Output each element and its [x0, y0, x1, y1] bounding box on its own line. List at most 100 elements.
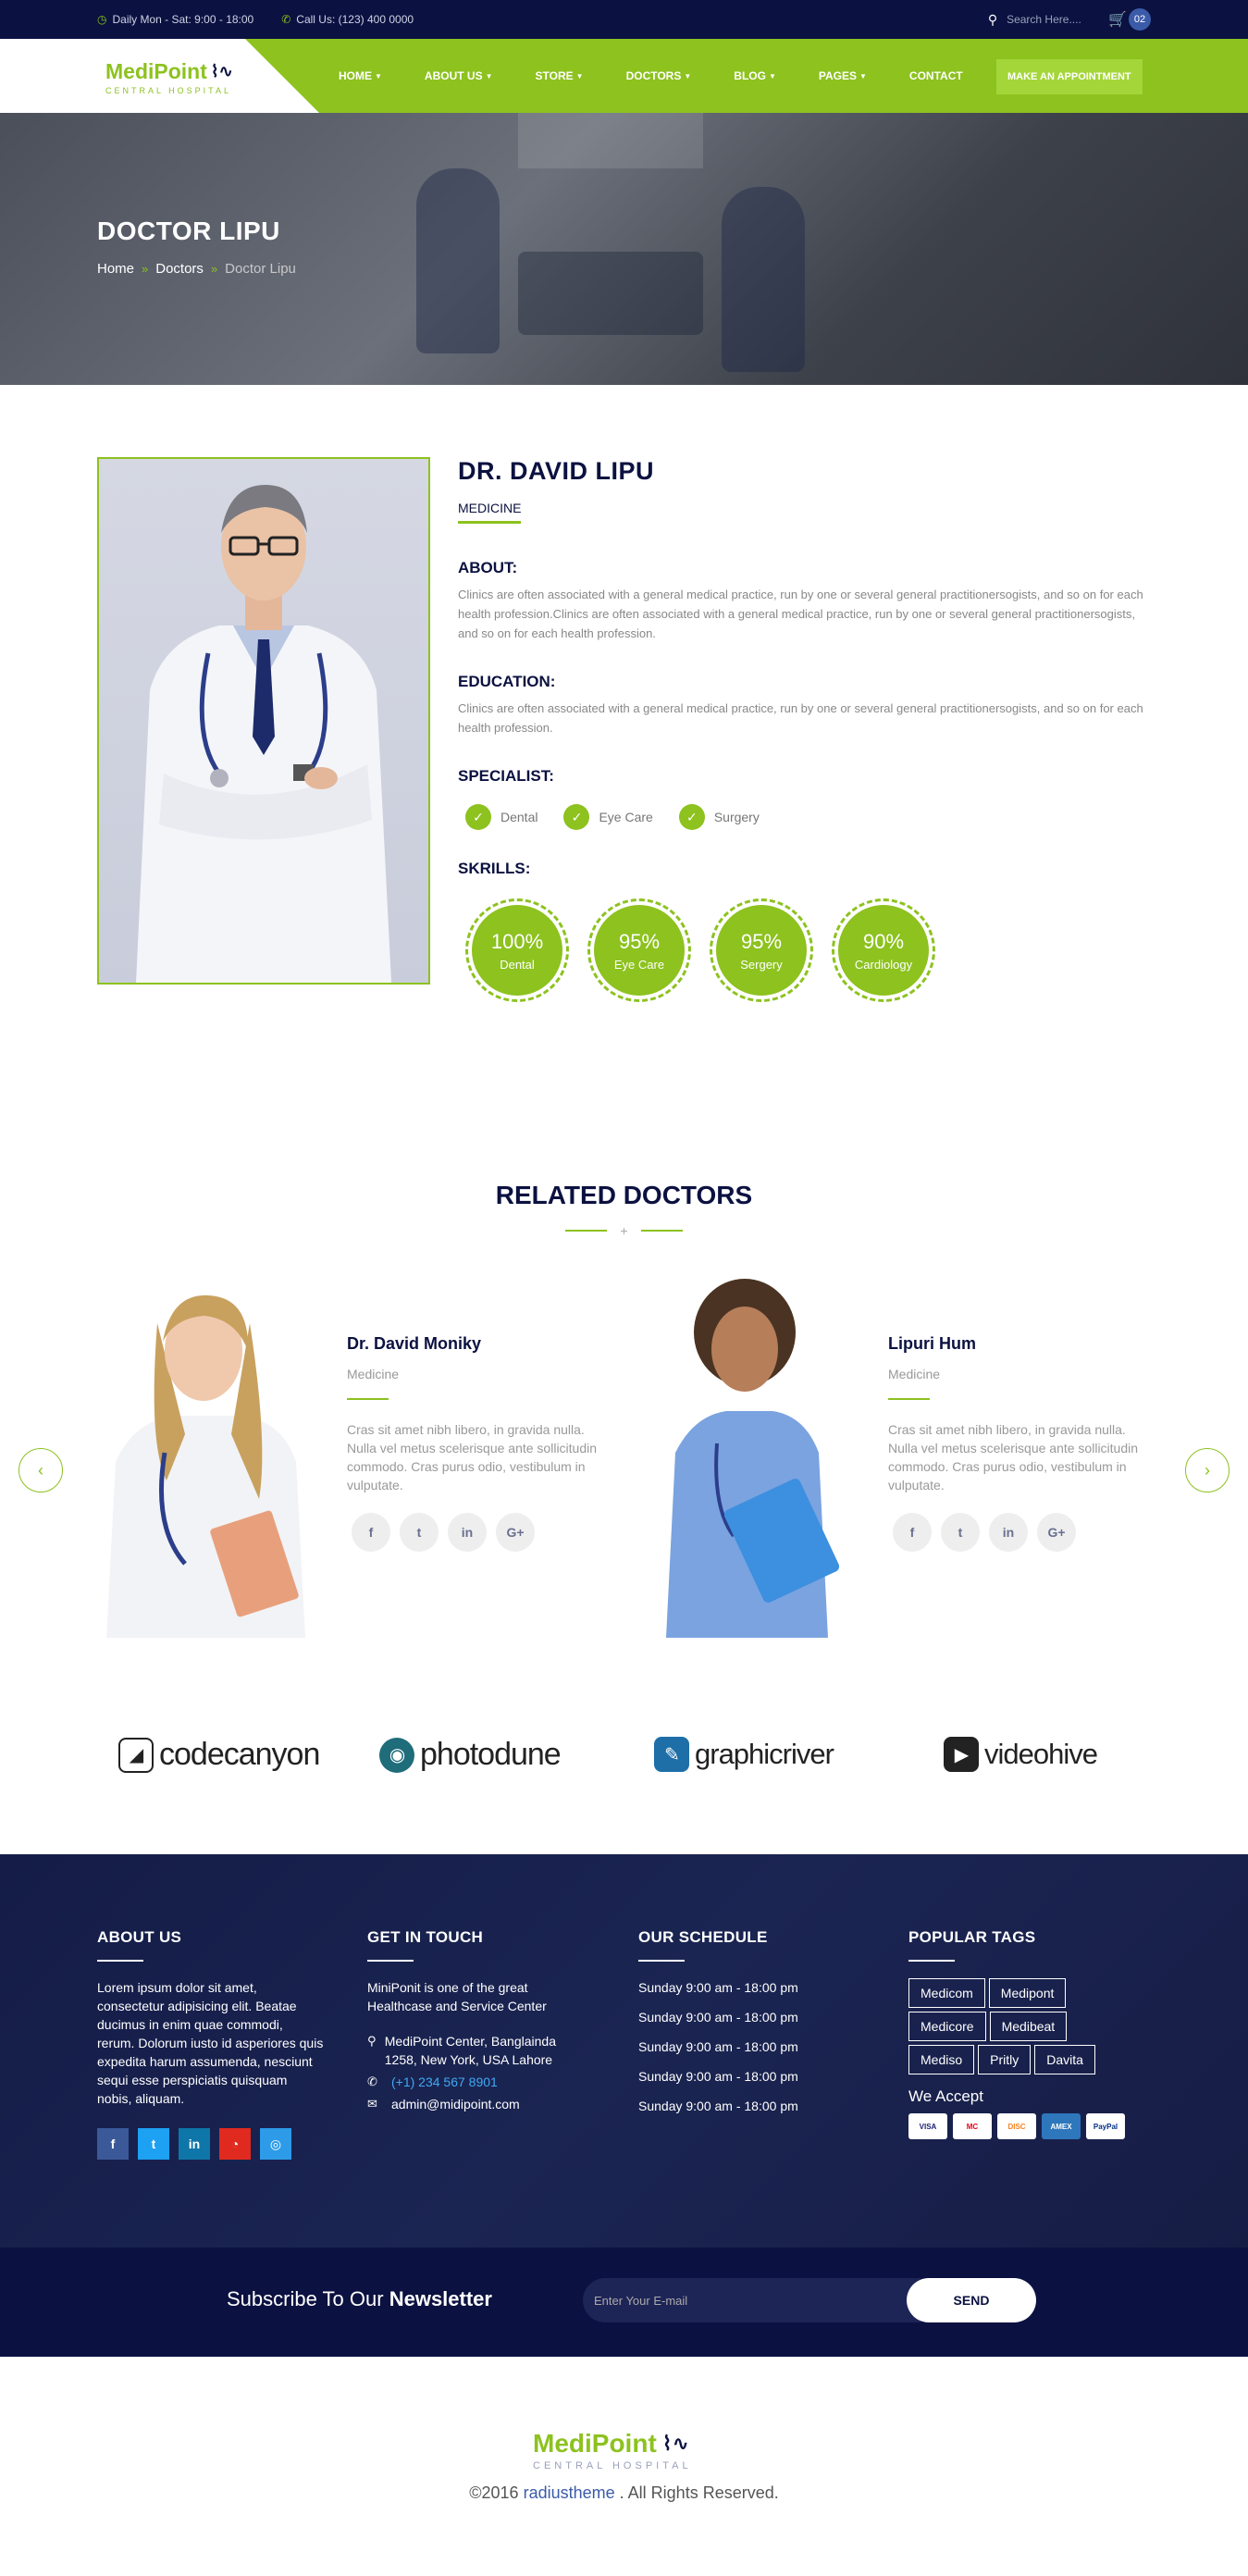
make-appointment-button[interactable]: MAKE AN APPOINTMENT — [996, 59, 1143, 94]
page: ◷ Daily Mon - Sat: 9:00 - 18:00 ✆ Call U… — [0, 0, 1248, 2576]
breadcrumb-doctors[interactable]: Doctors — [155, 261, 204, 277]
brand-logo-photodune[interactable]: ◉ photodune — [379, 1737, 562, 1773]
skill-percent: 95% — [740, 929, 783, 953]
newsletter-send-button[interactable]: SEND — [907, 2278, 1036, 2322]
menu-item-blog[interactable]: BLOG ▼ — [734, 69, 776, 82]
skill-percent: 90% — [862, 929, 905, 953]
hours-text: Daily Mon - Sat: 9:00 - 18:00 — [112, 13, 254, 26]
footer-phone[interactable]: (+1) 234 567 8901 — [391, 2073, 498, 2091]
caret-down-icon: ▼ — [485, 71, 493, 80]
facebook-icon[interactable]: f — [97, 2128, 129, 2160]
tag-link[interactable]: Medicore — [908, 2012, 986, 2041]
linkedin-icon[interactable]: in — [179, 2128, 210, 2160]
brand-logo-graphicriver[interactable]: ✎ graphicriver — [654, 1737, 834, 1772]
google-plus-icon[interactable]: G+ — [496, 1513, 535, 1552]
facebook-icon[interactable]: f — [352, 1513, 390, 1552]
related-doctor-desc: Cras sit amet nibh libero, in gravida nu… — [347, 1422, 598, 1492]
schedule-item: Sunday 9:00 am - 18:00 pm — [638, 2099, 798, 2113]
copyright-text: ©2016 radiustheme . All Rights Reserved. — [469, 2483, 779, 2502]
linkedin-icon[interactable]: in — [989, 1513, 1028, 1552]
tag-link[interactable]: Medicom — [908, 1978, 985, 2008]
cart-icon[interactable]: 🛒 — [1108, 10, 1127, 29]
footer-email[interactable]: admin@midipoint.com — [391, 2095, 520, 2113]
related-doctor-card: Lipuri Hum Medicine Cras sit amet nibh l… — [624, 1268, 1166, 1638]
specialty-item: ✓ Dental — [465, 804, 538, 830]
tag-link[interactable]: Pritly — [978, 2045, 1032, 2074]
paypal-icon: PayPal — [1086, 2113, 1125, 2139]
discover-card-icon: DISC — [997, 2113, 1036, 2139]
footer-logo[interactable]: MediPoint ⌇∿ CENTRAL HOSPITAL — [533, 2429, 692, 2471]
footer-address: MediPoint Center, Banglainda 1258, New Y… — [384, 2034, 556, 2067]
linkedin-icon[interactable]: in — [448, 1513, 487, 1552]
main-navbar: MediPoint ⌇∿ CENTRAL HOSPITAL HOME ▼ ABOU… — [0, 39, 1248, 113]
brand-logo-codecanyon[interactable]: ◢ codecanyon — [118, 1737, 320, 1773]
rss-icon[interactable]: ◔ — [219, 2128, 251, 2160]
search-icon[interactable]: ⚲ — [988, 12, 997, 28]
doctor-profile: DR. DAVID LIPU MEDICINE ABOUT: Clinics a… — [0, 385, 1248, 1162]
top-bar-right: ⚲ 🛒 02 — [988, 8, 1151, 31]
pulse-icon: ⌇∿ — [661, 2432, 689, 2455]
google-plus-icon[interactable]: G+ — [1037, 1513, 1076, 1552]
related-doctor-photo — [624, 1268, 865, 1638]
doctor-photo — [97, 457, 430, 985]
about-text: Clinics are often associated with a gene… — [458, 588, 1143, 640]
clock-icon: ◷ — [97, 13, 107, 26]
menu-item-store[interactable]: STORE ▼ — [536, 69, 584, 82]
site-logo[interactable]: MediPoint ⌇∿ CENTRAL HOSPITAL — [105, 59, 233, 95]
twitter-icon[interactable]: t — [138, 2128, 169, 2160]
specialty-item: ✓ Eye Care — [563, 804, 653, 830]
envelope-icon: ✉ — [367, 2097, 377, 2111]
amex-card-icon: AMEX — [1042, 2113, 1081, 2139]
phone-text: Call Us: (123) 400 0000 — [296, 13, 414, 26]
tag-link[interactable]: Davita — [1034, 2045, 1095, 2074]
tag-link[interactable]: Mediso — [908, 2045, 975, 2074]
twitter-icon[interactable]: t — [941, 1513, 980, 1552]
caret-down-icon: ▼ — [768, 71, 776, 80]
tag-link[interactable]: Medipont — [988, 1978, 1067, 2008]
partner-brands: ◢ codecanyon ◉ photodune ✎ graphicriver … — [0, 1716, 1248, 1827]
dribbble-icon[interactable]: ◎ — [260, 2128, 291, 2160]
carousel-prev-button[interactable]: ‹ — [19, 1448, 63, 1492]
page-title: DOCTOR LIPU — [97, 217, 280, 245]
logo-name: MediPoint — [533, 2429, 657, 2458]
related-doctor-name[interactable]: Lipuri Hum — [888, 1334, 1147, 1354]
schedule-item: Sunday 9:00 am - 18:00 pm — [638, 2069, 798, 2084]
breadcrumb: Home » Doctors » Doctor Lipu — [97, 261, 296, 277]
caret-down-icon: ▼ — [375, 71, 382, 80]
footer-contact-title: GET IN TOUCH — [367, 1928, 484, 1946]
phone-icon: ✆ — [281, 13, 291, 26]
facebook-icon[interactable]: f — [893, 1513, 932, 1552]
menu-item-home[interactable]: HOME ▼ — [339, 69, 382, 82]
cart-count-badge[interactable]: 02 — [1129, 8, 1151, 31]
copyright-link[interactable]: radiustheme — [524, 2483, 615, 2502]
caret-down-icon: ▼ — [684, 71, 692, 80]
newsletter-section: Subscribe To Our Newsletter SEND — [0, 2248, 1248, 2357]
map-pin-icon: ⚲ — [367, 2034, 377, 2048]
menu-item-contact[interactable]: CONTACT — [909, 69, 963, 82]
menu-item-about[interactable]: ABOUT US ▼ — [425, 69, 493, 82]
menu-item-pages[interactable]: PAGES ▼ — [819, 69, 867, 82]
tag-link[interactable]: Medibeat — [989, 2012, 1068, 2041]
breadcrumb-home[interactable]: Home — [97, 261, 134, 277]
skill-circle: 95% Eye Care — [587, 898, 691, 1002]
logo-tagline: CENTRAL HOSPITAL — [533, 2460, 692, 2471]
twitter-icon[interactable]: t — [400, 1513, 439, 1552]
logo-name: MediPoint — [105, 59, 207, 83]
check-icon: ✓ — [678, 804, 705, 830]
banner-bg-figure — [416, 168, 500, 353]
related-doctor-photo — [83, 1268, 324, 1638]
newsletter-email-input[interactable] — [583, 2278, 921, 2322]
education-text: Clinics are often associated with a gene… — [458, 701, 1143, 735]
brand-logo-videohive[interactable]: ▶ videohive — [944, 1737, 1098, 1772]
menu-item-doctors[interactable]: DOCTORS ▼ — [626, 69, 692, 82]
search-input[interactable] — [1007, 13, 1100, 26]
footer-contact: GET IN TOUCH MiniPonit is one of the gre… — [367, 1928, 589, 2117]
doctor-name: DR. DAVID LIPU — [458, 457, 655, 485]
schedule-item: Sunday 9:00 am - 18:00 pm — [638, 2039, 798, 2054]
breadcrumb-current: Doctor Lipu — [225, 261, 296, 277]
skill-label: Sergery — [740, 957, 783, 972]
related-doctor-name[interactable]: Dr. David Moniky — [347, 1334, 606, 1354]
skill-percent: 100% — [490, 929, 544, 953]
carousel-next-button[interactable]: › — [1185, 1448, 1229, 1492]
skill-circle: 95% Sergery — [710, 898, 813, 1002]
